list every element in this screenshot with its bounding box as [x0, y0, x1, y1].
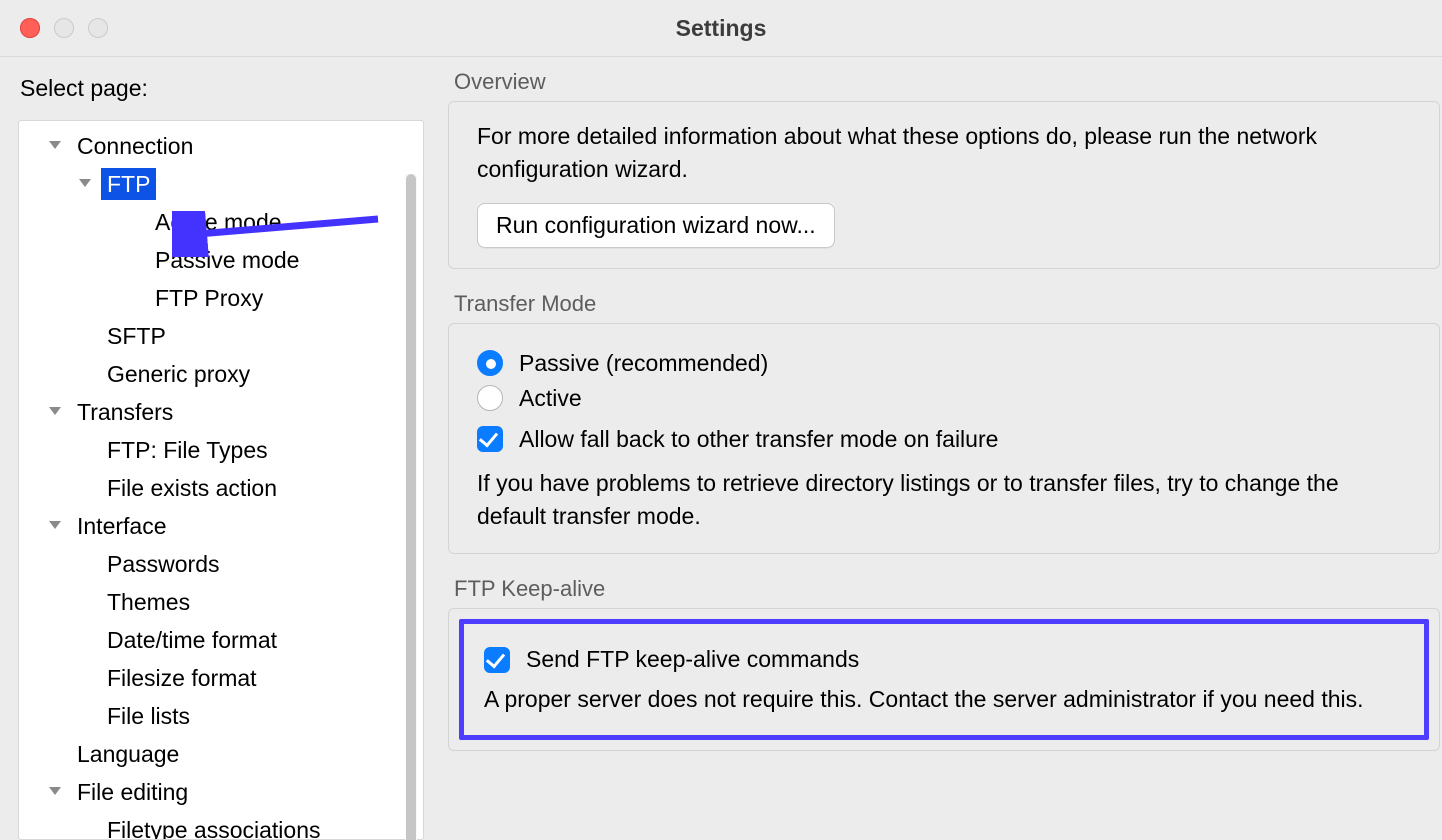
keepalive-panel: Send FTP keep-alive commands A proper se…	[448, 608, 1440, 750]
tree-item-file-editing[interactable]: File editing	[19, 773, 423, 811]
tree-label-selected: FTP	[101, 168, 156, 200]
chevron-down-icon[interactable]	[47, 138, 63, 154]
overview-text: For more detailed information about what…	[477, 120, 1411, 187]
chevron-down-icon[interactable]	[47, 518, 63, 534]
chevron-down-icon[interactable]	[77, 176, 93, 192]
tree-label: Language	[77, 735, 179, 773]
chevron-down-icon[interactable]	[47, 404, 63, 420]
annotation-highlight: Send FTP keep-alive commands A proper se…	[459, 619, 1429, 739]
content: Overview For more detailed information a…	[424, 57, 1442, 840]
tree-label: FTP Proxy	[155, 279, 263, 317]
tree-item-language[interactable]: Language	[19, 735, 423, 773]
tree-label: Filesize format	[107, 659, 257, 697]
tree-item-ftp-file-types[interactable]: FTP: File Types	[19, 431, 423, 469]
keepalive-help-text: A proper server does not require this. C…	[484, 683, 1404, 716]
chevron-down-icon[interactable]	[47, 784, 63, 800]
overview-title: Overview	[454, 69, 1442, 95]
keepalive-title: FTP Keep-alive	[454, 576, 1442, 602]
tree-item-ftp[interactable]: FTP	[19, 165, 423, 203]
checkbox-label: Send FTP keep-alive commands	[526, 646, 859, 673]
tree-item-file-exists[interactable]: File exists action	[19, 469, 423, 507]
tree-item-date-time[interactable]: Date/time format	[19, 621, 423, 659]
tree-label: File editing	[77, 773, 188, 811]
tree-item-active-mode[interactable]: Active mode	[19, 203, 423, 241]
checkbox-keepalive[interactable]: Send FTP keep-alive commands	[484, 646, 1404, 673]
settings-window: Settings Select page: Connection FTP Act…	[0, 0, 1442, 840]
tree-item-filetype-assoc[interactable]: Filetype associations	[19, 811, 423, 840]
tree-item-interface[interactable]: Interface	[19, 507, 423, 545]
radio-active[interactable]: Active	[477, 385, 1411, 412]
titlebar: Settings	[0, 0, 1442, 57]
scrollbar-thumb[interactable]	[406, 174, 416, 840]
body: Select page: Connection FTP Active mode	[0, 57, 1442, 840]
page-tree: Connection FTP Active mode Passive mode …	[18, 120, 424, 840]
tree-item-file-lists[interactable]: File lists	[19, 697, 423, 735]
tree-label: File lists	[107, 697, 190, 735]
tree-label: File exists action	[107, 469, 277, 507]
zoom-icon[interactable]	[88, 18, 108, 38]
tree-item-ftp-proxy[interactable]: FTP Proxy	[19, 279, 423, 317]
minimize-icon[interactable]	[54, 18, 74, 38]
tree-label: Date/time format	[107, 621, 277, 659]
radio-label: Active	[519, 385, 582, 412]
window-title: Settings	[0, 15, 1442, 42]
tree-label: Connection	[77, 127, 193, 165]
tree-label: Interface	[77, 507, 167, 545]
overview-panel: For more detailed information about what…	[448, 101, 1440, 269]
transfer-mode-panel: Passive (recommended) Active Allow fall …	[448, 323, 1440, 555]
tree-item-connection[interactable]: Connection	[19, 127, 423, 165]
tree-label: Passwords	[107, 545, 219, 583]
run-wizard-button[interactable]: Run configuration wizard now...	[477, 203, 835, 248]
close-icon[interactable]	[20, 18, 40, 38]
radio-passive[interactable]: Passive (recommended)	[477, 350, 1411, 377]
tree-item-passwords[interactable]: Passwords	[19, 545, 423, 583]
tree-label: Active mode	[155, 203, 282, 241]
checkbox-icon[interactable]	[484, 647, 510, 673]
tree-item-generic-proxy[interactable]: Generic proxy	[19, 355, 423, 393]
tree-item-themes[interactable]: Themes	[19, 583, 423, 621]
tree-label: FTP: File Types	[107, 431, 268, 469]
checkbox-label: Allow fall back to other transfer mode o…	[519, 426, 998, 453]
radio-icon[interactable]	[477, 385, 503, 411]
tree-label: Generic proxy	[107, 355, 250, 393]
window-controls	[20, 18, 108, 38]
tree-item-passive-mode[interactable]: Passive mode	[19, 241, 423, 279]
sidebar-label: Select page:	[20, 75, 424, 102]
sidebar: Select page: Connection FTP Active mode	[0, 57, 424, 840]
tree-item-transfers[interactable]: Transfers	[19, 393, 423, 431]
checkbox-icon[interactable]	[477, 426, 503, 452]
tree-item-filesize[interactable]: Filesize format	[19, 659, 423, 697]
tree-label: Themes	[107, 583, 190, 621]
sidebar-scrollbar[interactable]	[405, 174, 417, 840]
checkbox-fallback[interactable]: Allow fall back to other transfer mode o…	[477, 426, 1411, 453]
transfer-mode-title: Transfer Mode	[454, 291, 1442, 317]
tree-label: SFTP	[107, 317, 166, 355]
transfer-help-text: If you have problems to retrieve directo…	[477, 467, 1411, 534]
tree-label: Passive mode	[155, 241, 299, 279]
tree-label: Transfers	[77, 393, 173, 431]
radio-icon[interactable]	[477, 350, 503, 376]
radio-label: Passive (recommended)	[519, 350, 768, 377]
tree-item-sftp[interactable]: SFTP	[19, 317, 423, 355]
tree-label: Filetype associations	[107, 811, 321, 840]
